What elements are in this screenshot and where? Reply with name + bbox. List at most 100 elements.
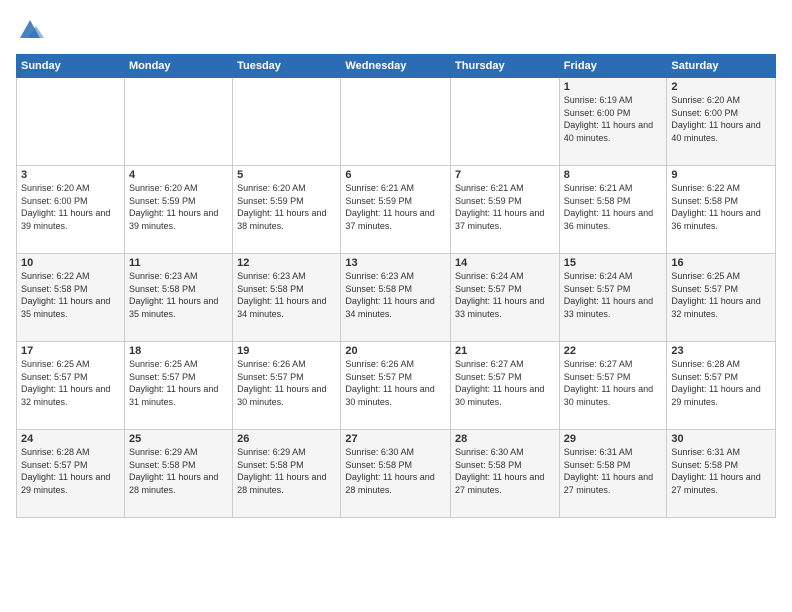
day-info: Sunrise: 6:23 AM Sunset: 5:58 PM Dayligh… <box>345 270 446 320</box>
day-number: 22 <box>564 345 663 357</box>
weekday-header-monday: Monday <box>124 55 232 78</box>
day-info: Sunrise: 6:29 AM Sunset: 5:58 PM Dayligh… <box>129 446 228 496</box>
day-info: Sunrise: 6:25 AM Sunset: 5:57 PM Dayligh… <box>129 358 228 408</box>
calendar-cell: 15Sunrise: 6:24 AM Sunset: 5:57 PM Dayli… <box>559 254 667 342</box>
calendar-table: SundayMondayTuesdayWednesdayThursdayFrid… <box>16 54 776 518</box>
calendar-cell <box>17 78 125 166</box>
day-number: 10 <box>21 257 120 269</box>
day-number: 4 <box>129 169 228 181</box>
calendar-cell <box>451 78 560 166</box>
day-number: 29 <box>564 433 663 445</box>
calendar-cell: 12Sunrise: 6:23 AM Sunset: 5:58 PM Dayli… <box>233 254 341 342</box>
day-info: Sunrise: 6:20 AM Sunset: 5:59 PM Dayligh… <box>237 182 336 232</box>
week-row-4: 17 Sunrise: 6:25 AM Sunset: 5:57 PM Dayli… <box>17 342 776 430</box>
day-info: Sunrise: 6:27 AM Sunset: 5:57 PM Dayligh… <box>564 358 663 408</box>
day-number: 17 <box>21 345 120 357</box>
week-row-5: 24Sunrise: 6:28 AM Sunset: 5:57 PM Dayli… <box>17 430 776 518</box>
day-number: 27 <box>345 433 446 445</box>
day-info: Sunrise: 6:23 AM Sunset: 5:58 PM Dayligh… <box>129 270 228 320</box>
day-info: Sunrise: 6:20 AM Sunset: 6:00 PM Dayligh… <box>21 182 120 232</box>
day-number: 30 <box>671 433 771 445</box>
day-info: Sunrise: 6:26 AM Sunset: 5:57 PM Dayligh… <box>237 358 336 408</box>
day-info: Sunrise: 6:30 AM Sunset: 5:58 PM Dayligh… <box>345 446 446 496</box>
day-number: 2 <box>671 81 771 93</box>
week-row-1: 1Sunrise: 6:19 AM Sunset: 6:00 PM Daylig… <box>17 78 776 166</box>
logo-icon <box>16 16 44 44</box>
calendar-cell: 29Sunrise: 6:31 AM Sunset: 5:58 PM Dayli… <box>559 430 667 518</box>
day-info: Sunrise: 6:30 AM Sunset: 5:58 PM Dayligh… <box>455 446 555 496</box>
day-number: 9 <box>671 169 771 181</box>
calendar-cell: 4Sunrise: 6:20 AM Sunset: 5:59 PM Daylig… <box>124 166 232 254</box>
weekday-header-tuesday: Tuesday <box>233 55 341 78</box>
calendar-cell: 24Sunrise: 6:28 AM Sunset: 5:57 PM Dayli… <box>17 430 125 518</box>
weekday-header-sunday: Sunday <box>17 55 125 78</box>
calendar-cell: 18Sunrise: 6:25 AM Sunset: 5:57 PM Dayli… <box>124 342 232 430</box>
calendar-cell: 14Sunrise: 6:24 AM Sunset: 5:57 PM Dayli… <box>451 254 560 342</box>
calendar-cell <box>233 78 341 166</box>
day-info: Sunrise: 6:21 AM Sunset: 5:59 PM Dayligh… <box>345 182 446 232</box>
day-number: 18 <box>129 345 228 357</box>
day-info: Sunrise: 6:25 AM Sunset: 5:57 PM Dayligh… <box>671 270 771 320</box>
day-number: 15 <box>564 257 663 269</box>
day-info: Sunrise: 6:20 AM Sunset: 6:00 PM Dayligh… <box>671 94 771 144</box>
header <box>16 16 776 44</box>
day-number: 26 <box>237 433 336 445</box>
day-info: Sunrise: 6:31 AM Sunset: 5:58 PM Dayligh… <box>671 446 771 496</box>
calendar-cell: 3Sunrise: 6:20 AM Sunset: 6:00 PM Daylig… <box>17 166 125 254</box>
calendar-page: SundayMondayTuesdayWednesdayThursdayFrid… <box>0 0 792 612</box>
day-number: 21 <box>455 345 555 357</box>
calendar-cell: 16Sunrise: 6:25 AM Sunset: 5:57 PM Dayli… <box>667 254 776 342</box>
day-number: 28 <box>455 433 555 445</box>
calendar-cell: 26Sunrise: 6:29 AM Sunset: 5:58 PM Dayli… <box>233 430 341 518</box>
day-info: Sunrise: 6:22 AM Sunset: 5:58 PM Dayligh… <box>21 270 120 320</box>
calendar-cell: 20Sunrise: 6:26 AM Sunset: 5:57 PM Dayli… <box>341 342 451 430</box>
day-number: 8 <box>564 169 663 181</box>
calendar-cell <box>341 78 451 166</box>
day-number: 5 <box>237 169 336 181</box>
calendar-cell: 9Sunrise: 6:22 AM Sunset: 5:58 PM Daylig… <box>667 166 776 254</box>
calendar-cell: 25Sunrise: 6:29 AM Sunset: 5:58 PM Dayli… <box>124 430 232 518</box>
day-number: 1 <box>564 81 663 93</box>
day-number: 7 <box>455 169 555 181</box>
day-number: 12 <box>237 257 336 269</box>
day-info: Sunrise: 6:26 AM Sunset: 5:57 PM Dayligh… <box>345 358 446 408</box>
day-info: Sunrise: 6:24 AM Sunset: 5:57 PM Dayligh… <box>455 270 555 320</box>
calendar-cell: 10Sunrise: 6:22 AM Sunset: 5:58 PM Dayli… <box>17 254 125 342</box>
logo <box>16 16 48 44</box>
calendar-cell: 27Sunrise: 6:30 AM Sunset: 5:58 PM Dayli… <box>341 430 451 518</box>
day-info: Sunrise: 6:24 AM Sunset: 5:57 PM Dayligh… <box>564 270 663 320</box>
calendar-cell: 21Sunrise: 6:27 AM Sunset: 5:57 PM Dayli… <box>451 342 560 430</box>
day-info: Sunrise: 6:31 AM Sunset: 5:58 PM Dayligh… <box>564 446 663 496</box>
day-number: 24 <box>21 433 120 445</box>
day-info: Sunrise: 6:28 AM Sunset: 5:57 PM Dayligh… <box>21 446 120 496</box>
day-info: Sunrise: 6:20 AM Sunset: 5:59 PM Dayligh… <box>129 182 228 232</box>
day-number: 23 <box>671 345 771 357</box>
day-number: 14 <box>455 257 555 269</box>
calendar-cell: 7Sunrise: 6:21 AM Sunset: 5:59 PM Daylig… <box>451 166 560 254</box>
day-info: Sunrise: 6:22 AM Sunset: 5:58 PM Dayligh… <box>671 182 771 232</box>
day-number: 25 <box>129 433 228 445</box>
day-number: 19 <box>237 345 336 357</box>
calendar-cell: 19Sunrise: 6:26 AM Sunset: 5:57 PM Dayli… <box>233 342 341 430</box>
day-info: Sunrise: 6:21 AM Sunset: 5:58 PM Dayligh… <box>564 182 663 232</box>
day-info: Sunrise: 6:21 AM Sunset: 5:59 PM Dayligh… <box>455 182 555 232</box>
day-info: Sunrise: 6:27 AM Sunset: 5:57 PM Dayligh… <box>455 358 555 408</box>
calendar-cell: 6Sunrise: 6:21 AM Sunset: 5:59 PM Daylig… <box>341 166 451 254</box>
week-row-2: 3Sunrise: 6:20 AM Sunset: 6:00 PM Daylig… <box>17 166 776 254</box>
calendar-cell: 2Sunrise: 6:20 AM Sunset: 6:00 PM Daylig… <box>667 78 776 166</box>
day-number: 16 <box>671 257 771 269</box>
calendar-cell: 1Sunrise: 6:19 AM Sunset: 6:00 PM Daylig… <box>559 78 667 166</box>
day-info: Sunrise: 6:19 AM Sunset: 6:00 PM Dayligh… <box>564 94 663 144</box>
day-number: 20 <box>345 345 446 357</box>
day-number: 13 <box>345 257 446 269</box>
weekday-header-saturday: Saturday <box>667 55 776 78</box>
calendar-cell: 5Sunrise: 6:20 AM Sunset: 5:59 PM Daylig… <box>233 166 341 254</box>
day-number: 6 <box>345 169 446 181</box>
weekday-header-row: SundayMondayTuesdayWednesdayThursdayFrid… <box>17 55 776 78</box>
calendar-cell: 13Sunrise: 6:23 AM Sunset: 5:58 PM Dayli… <box>341 254 451 342</box>
calendar-cell: 23Sunrise: 6:28 AM Sunset: 5:57 PM Dayli… <box>667 342 776 430</box>
calendar-cell: 30Sunrise: 6:31 AM Sunset: 5:58 PM Dayli… <box>667 430 776 518</box>
day-info: Sunrise: 6:28 AM Sunset: 5:57 PM Dayligh… <box>671 358 771 408</box>
day-number: 11 <box>129 257 228 269</box>
calendar-cell: 17Sunrise: 6:25 AM Sunset: 5:57 PM Dayli… <box>17 342 125 430</box>
